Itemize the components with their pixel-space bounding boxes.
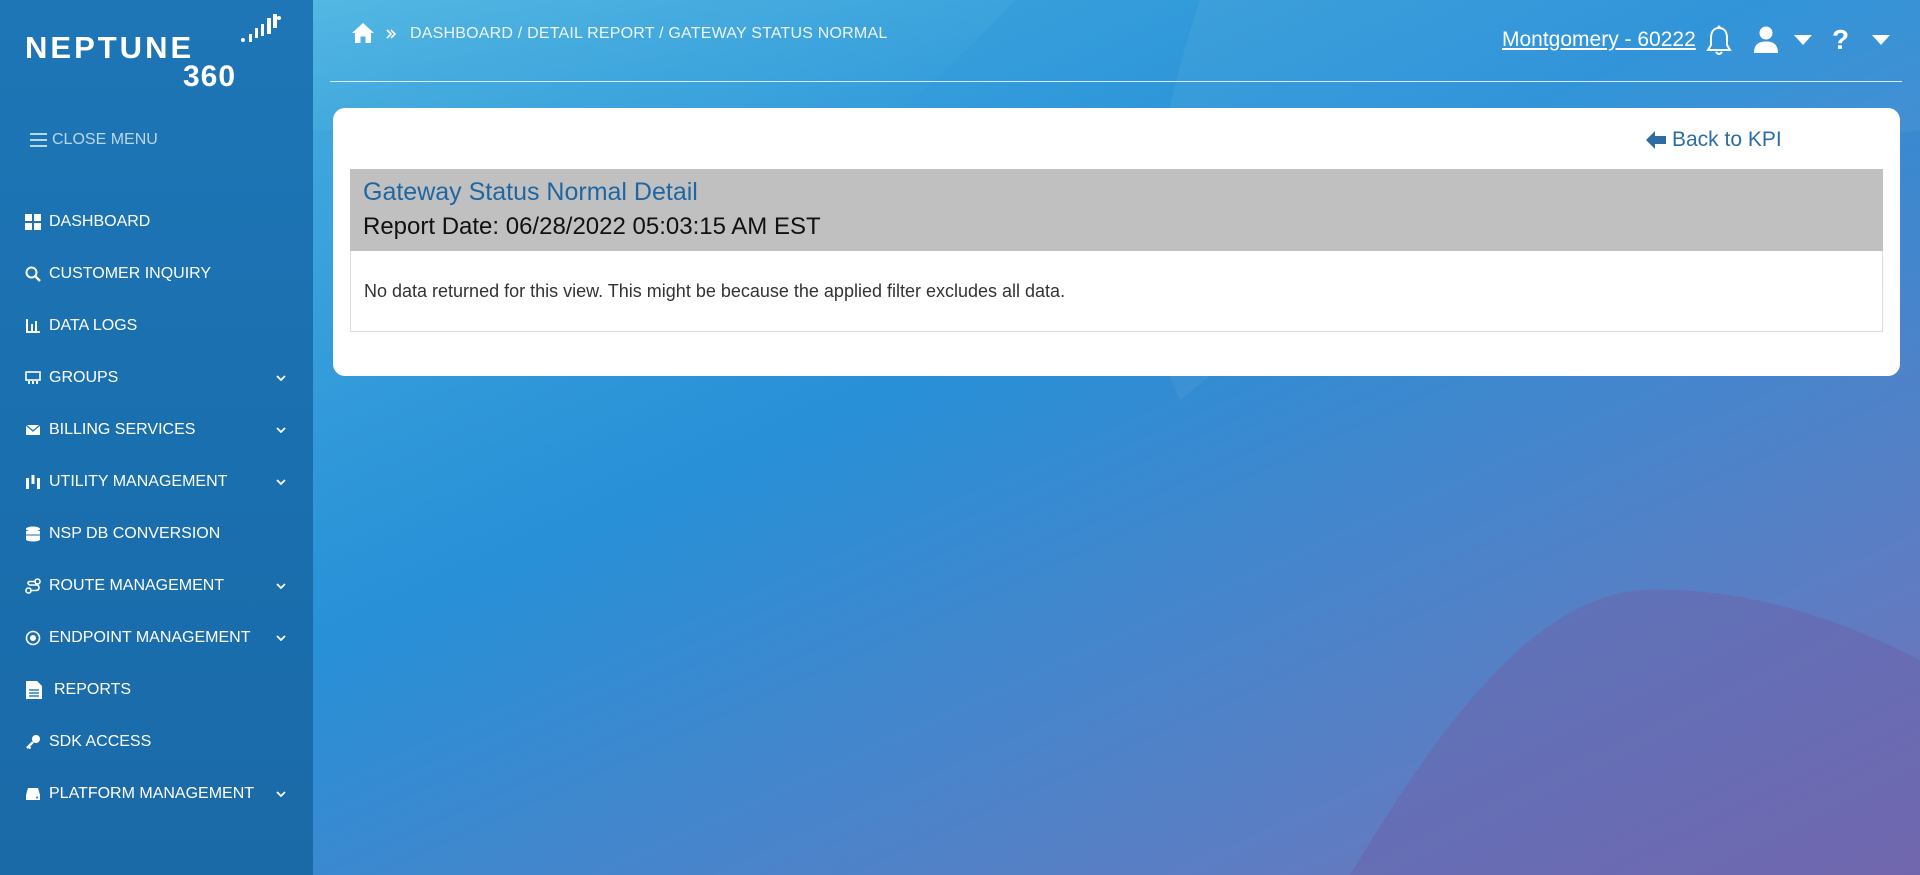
bar-chart-icon [25,318,41,334]
groups-icon [25,370,41,386]
sidebar-item-label: REPORTS [54,681,132,698]
chevron-down-icon [276,635,286,642]
logo-wordmark: NEPTUNE [25,30,195,65]
report-title: Gateway Status Normal Detail [363,178,698,206]
sidebar-item-label: CUSTOMER INQUIRY [49,265,212,282]
sidebar-item-label: ENDPOINT MANAGEMENT [49,629,251,646]
arrow-left-icon [1646,131,1666,149]
sidebar-item-customer-inquiry[interactable]: CUSTOMER INQUIRY [0,248,313,300]
back-to-kpi-label: Back to KPI [1672,128,1782,151]
user-icon[interactable] [1753,26,1779,54]
chevron-down-icon [276,375,286,382]
sidebar-item-label: BILLING SERVICES [49,421,196,438]
report-header: Gateway Status Normal Detail Report Date… [350,169,1883,251]
double-chevron-right-icon [386,29,397,39]
sidebar-item-label: DATA LOGS [49,317,138,334]
empty-message: No data returned for this view. This mig… [364,281,1066,301]
close-menu-button[interactable]: CLOSE MENU [30,128,158,152]
database-icon [25,526,41,542]
hamburger-icon [30,133,47,147]
caret-down-icon[interactable] [1871,34,1891,46]
sidebar-item-label: UTILITY MANAGEMENT [49,473,228,490]
top-header: DASHBOARD / DETAIL REPORT / GATEWAY STAT… [313,0,1920,82]
sidebar-item-endpoint-management[interactable]: ENDPOINT MANAGEMENT [0,612,313,664]
sidebar-nav: DASHBOARD CUSTOMER INQUIRY DATA LOGS GRO… [0,196,313,820]
signal-bars-icon [241,14,281,42]
grid-icon [25,214,41,230]
chevron-down-icon [276,427,286,434]
back-to-kpi-link[interactable]: Back to KPI [1646,128,1782,152]
sidebar-item-sdk-access[interactable]: SDK ACCESS [0,716,313,768]
breadcrumb[interactable]: DASHBOARD / DETAIL REPORT / GATEWAY STAT… [410,25,887,43]
report-body: No data returned for this view. This mig… [350,251,1883,332]
report-card: Back to KPI Gateway Status Normal Detail… [333,108,1900,376]
sidebar-item-label: NSP DB CONVERSION [49,525,221,542]
search-icon [25,266,41,282]
sidebar-item-billing-services[interactable]: BILLING SERVICES [0,404,313,456]
key-icon [25,734,41,750]
route-icon [25,578,41,594]
chevron-down-icon [276,479,286,486]
sidebar: NEPTUNE 360 CLOSE MENU DASHBOARD CUSTOME… [0,0,313,875]
chevron-down-icon [276,791,286,798]
sidebar-item-nsp-db-conversion[interactable]: NSP DB CONVERSION [0,508,313,560]
sidebar-item-label: ROUTE MANAGEMENT [49,577,225,594]
sliders-icon [25,474,41,490]
sidebar-item-reports[interactable]: REPORTS [0,664,313,716]
home-icon[interactable] [351,22,375,44]
sidebar-item-groups[interactable]: GROUPS [0,352,313,404]
sidebar-item-utility-management[interactable]: UTILITY MANAGEMENT [0,456,313,508]
sidebar-item-label: PLATFORM MANAGEMENT [49,785,255,802]
sidebar-item-label: SDK ACCESS [49,733,152,750]
sidebar-item-data-logs[interactable]: DATA LOGS [0,300,313,352]
envelope-icon [25,422,41,438]
sidebar-item-label: DASHBOARD [49,213,151,230]
sidebar-item-label: GROUPS [49,369,119,386]
sidebar-item-route-management[interactable]: ROUTE MANAGEMENT [0,560,313,612]
close-menu-label: CLOSE MENU [52,131,158,148]
document-icon [25,680,43,700]
neptune-logo[interactable]: NEPTUNE 360 [25,14,285,94]
endpoint-icon [25,630,41,646]
logo-sub: 360 [183,60,237,93]
sidebar-item-dashboard[interactable]: DASHBOARD [0,196,313,248]
drive-icon [25,786,41,802]
account-link[interactable]: Montgomery - 60222 [1502,28,1696,52]
caret-down-icon[interactable] [1793,34,1813,46]
chevron-down-icon [276,583,286,590]
help-icon[interactable]: ? [1832,24,1849,56]
report-date: Report Date: 06/28/2022 05:03:15 AM EST [363,213,821,240]
sidebar-item-platform-management[interactable]: PLATFORM MANAGEMENT [0,768,313,820]
header-divider [330,81,1902,82]
bell-icon[interactable] [1704,25,1734,57]
